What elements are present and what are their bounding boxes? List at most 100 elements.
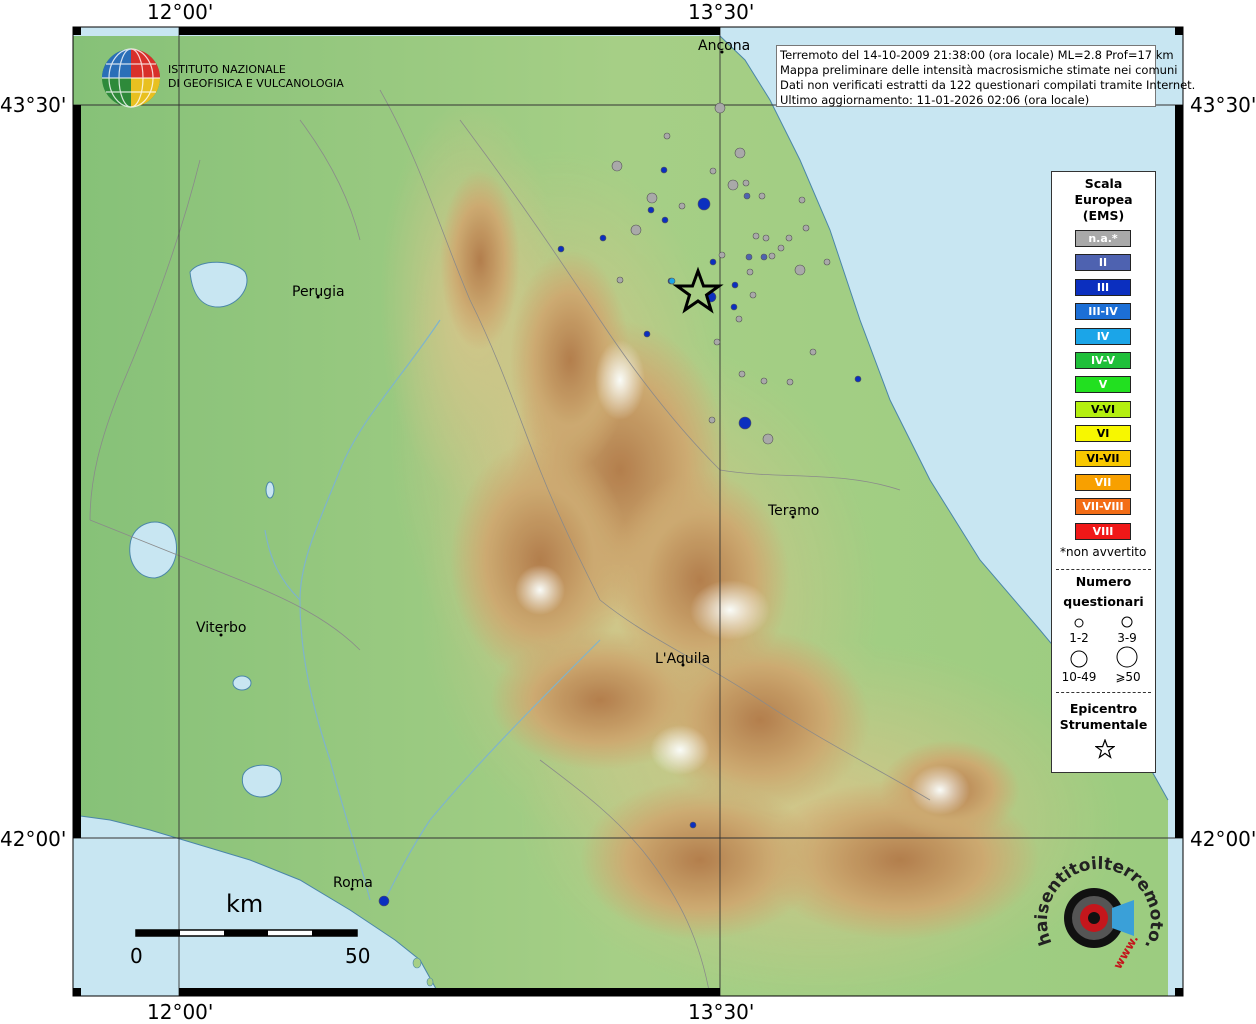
legend-class-4: III-IV bbox=[1075, 303, 1131, 321]
scale-min: 0 bbox=[130, 944, 143, 968]
scale-unit: km bbox=[226, 890, 264, 918]
intensity-point bbox=[599, 234, 607, 242]
legend-title-1: Scala bbox=[1084, 176, 1123, 191]
intensity-point bbox=[646, 192, 658, 204]
intensity-point bbox=[760, 253, 768, 261]
intensity-point bbox=[661, 216, 669, 224]
legend-divider bbox=[1056, 569, 1151, 570]
event-info-box: Terremoto del 14-10-2009 21:38:00 (ora l… bbox=[776, 45, 1196, 107]
lake-small bbox=[265, 481, 275, 499]
legend-class-9: VI bbox=[1075, 425, 1131, 443]
city-label-ancona: Ancona bbox=[698, 38, 751, 54]
intensity-point bbox=[709, 167, 717, 175]
intensity-point bbox=[734, 147, 746, 159]
legend-class-12: VII-VIII bbox=[1075, 498, 1131, 516]
legend-class-3: III bbox=[1075, 278, 1131, 296]
island bbox=[426, 977, 434, 987]
coord-bottom-right: 13°30' bbox=[688, 1000, 755, 1024]
intensity-point bbox=[785, 234, 793, 242]
size-label-4: ⩾50 bbox=[1115, 670, 1141, 684]
island bbox=[412, 957, 422, 969]
info-line-1: Terremoto del 14-10-2009 21:38:00 (ora l… bbox=[780, 48, 1174, 62]
epicenter-title-2: Strumentale bbox=[1059, 717, 1148, 732]
intensity-point bbox=[760, 377, 768, 385]
intensity-point bbox=[768, 252, 776, 260]
ingv-name-line2: DI GEOFISICA E VULCANOLOGIA bbox=[168, 77, 344, 90]
intensity-point bbox=[738, 370, 746, 378]
size-label-3: 10-49 bbox=[1061, 670, 1097, 684]
intensity-point bbox=[714, 102, 726, 114]
epicenter-title-1: Epicentro bbox=[1069, 701, 1138, 716]
scale-max: 50 bbox=[345, 944, 371, 968]
haisentito-target-icon: haisentitoilterremoto.it www. bbox=[1030, 837, 1166, 972]
intensity-point bbox=[731, 281, 739, 289]
intensity-point bbox=[630, 224, 642, 236]
intensity-point bbox=[713, 338, 721, 346]
intensity-point bbox=[689, 821, 697, 829]
ingv-logo: ISTITUTO NAZIONALE DI GEOFISICA E VULCAN… bbox=[100, 47, 344, 109]
intensity-point bbox=[786, 378, 794, 386]
intensity-point bbox=[802, 224, 810, 232]
intensity-point bbox=[643, 330, 651, 338]
coord-right-upper: 43°30' bbox=[1190, 93, 1256, 117]
coord-left-upper: 43°30' bbox=[0, 93, 67, 117]
epicenter-star-legend-icon bbox=[1095, 739, 1115, 759]
scale-bar bbox=[135, 929, 358, 937]
intensity-point bbox=[660, 166, 668, 174]
intensity-point bbox=[727, 179, 739, 191]
coord-right-lower: 42°00' bbox=[1190, 827, 1256, 851]
coord-top-right: 13°30' bbox=[688, 0, 755, 24]
intensity-point bbox=[743, 192, 751, 200]
legend-title-2: Europea bbox=[1074, 192, 1133, 207]
intensity-point bbox=[823, 258, 831, 266]
intensity-point bbox=[557, 245, 565, 253]
intensity-point bbox=[378, 895, 390, 907]
intensity-point bbox=[730, 303, 738, 311]
intensity-point bbox=[678, 202, 686, 210]
size-label-1: 1-2 bbox=[1069, 631, 1089, 645]
legend-class-13: VIII bbox=[1075, 522, 1131, 540]
intensity-point bbox=[668, 277, 676, 285]
intensity-point bbox=[663, 132, 671, 140]
info-line-3: Dati non verificati estratti da 122 ques… bbox=[780, 78, 1196, 92]
legend-class-11: VII bbox=[1075, 474, 1131, 491]
intensity-point bbox=[777, 244, 785, 252]
size-label-2: 3-9 bbox=[1117, 631, 1137, 645]
intensity-point bbox=[647, 206, 655, 214]
intensity-point bbox=[735, 315, 743, 323]
haisentito-logo: haisentitoilterremoto.it www. bbox=[1030, 837, 1166, 982]
legend-title-3: (EMS) bbox=[1082, 208, 1125, 223]
intensity-point bbox=[738, 416, 752, 430]
intensity-point bbox=[794, 264, 806, 276]
coord-top-left: 12°00' bbox=[147, 0, 214, 24]
intensity-point bbox=[745, 253, 753, 261]
intensity-point bbox=[762, 433, 774, 445]
info-line-4: Ultimo aggiornamento: 11-01-2026 02:06 (… bbox=[780, 93, 1090, 107]
intensity-point bbox=[762, 234, 770, 242]
city-label-laquila: L'Aquila bbox=[655, 651, 711, 667]
intensity-point bbox=[709, 258, 717, 266]
legend-divider-2 bbox=[1056, 692, 1151, 693]
intensity-point bbox=[752, 232, 760, 240]
legend-class-10: VI-VII bbox=[1075, 449, 1131, 467]
count-title-2: questionari bbox=[1063, 594, 1144, 609]
intensity-point bbox=[616, 276, 624, 284]
legend-class-5: IV bbox=[1075, 327, 1131, 345]
intensity-point bbox=[718, 251, 726, 259]
intensity-point bbox=[758, 192, 766, 200]
intensity-point bbox=[611, 160, 623, 172]
intensity-point bbox=[854, 375, 862, 383]
intensity-point bbox=[742, 179, 750, 187]
info-line-2: Mappa preliminare delle intensità macros… bbox=[780, 63, 1178, 77]
legend-class-2: II bbox=[1075, 254, 1131, 272]
legend-panel: Scala Europea (EMS) n.a.* II III III-IV IV IV… bbox=[1051, 171, 1156, 773]
city-label-teramo: Teramo bbox=[768, 503, 820, 519]
lake-bracciano bbox=[241, 764, 282, 798]
lake-vico bbox=[232, 675, 252, 691]
lake-bolsena bbox=[129, 521, 177, 579]
legend-class-1: n.a.* bbox=[1075, 230, 1131, 247]
coord-bottom-left: 12°00' bbox=[147, 1000, 214, 1024]
legend-class-7: V bbox=[1075, 376, 1131, 394]
intensity-point bbox=[746, 268, 754, 276]
coord-left-lower: 42°00' bbox=[0, 827, 67, 851]
